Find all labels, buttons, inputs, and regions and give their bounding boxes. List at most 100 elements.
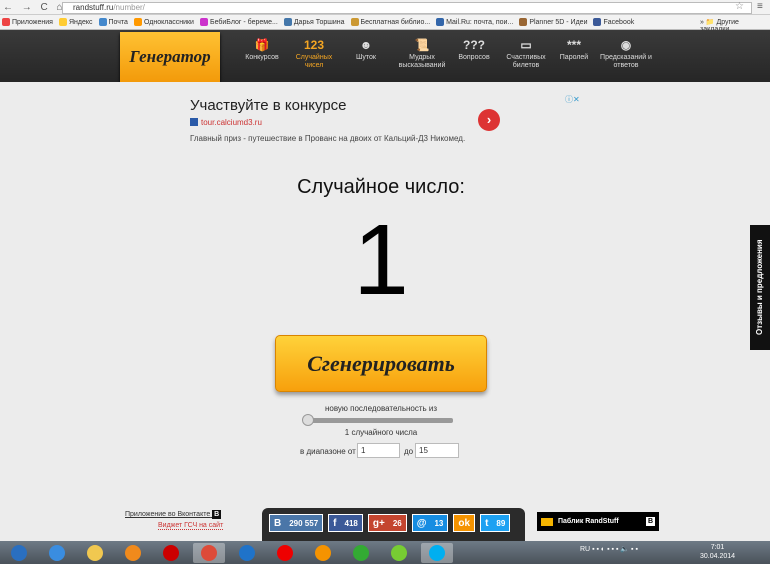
share-count: 89 xyxy=(496,518,506,528)
media-player-icon xyxy=(125,544,141,561)
bookmarks-bar: Приложения Яндекс Почта Одноклассники БебиБл… xyxy=(0,15,770,30)
bookmark-item[interactable]: Яндекс xyxy=(58,18,93,26)
bookmark-item[interactable]: Одноклассники xyxy=(133,18,194,26)
ad-url[interactable]: tour.calciumd3.ru xyxy=(190,118,262,127)
gift-icon: 🎁 xyxy=(254,38,270,52)
taskbar-skype[interactable] xyxy=(421,542,453,563)
bookmark-item[interactable]: Дарья Торшина xyxy=(283,18,345,26)
bookmark-label: Яндекс xyxy=(68,18,93,26)
taskbar-mail-agent[interactable] xyxy=(231,543,263,563)
network-app-icon xyxy=(353,544,369,561)
taskbar-odnoklassniki[interactable] xyxy=(307,543,339,563)
nav-item[interactable]: 📜 Мудрых высказываний xyxy=(394,38,450,70)
nav-label: Случайных чисел xyxy=(295,54,333,69)
social-bar: B 290 557 f 418 g+ 26 @13 ok t 89 xyxy=(262,508,525,541)
share-twitter-button[interactable]: t 89 xyxy=(480,514,511,532)
mailru-icon: @ xyxy=(416,517,427,529)
bookmark-item[interactable]: Facebook xyxy=(593,18,634,26)
share-google-plus-button[interactable]: g+ 26 xyxy=(367,514,407,532)
count-slider-handle[interactable] xyxy=(302,414,314,426)
nav-label: Предсказаний и ответов xyxy=(600,54,652,69)
nav-label: Шуток xyxy=(356,54,376,61)
bookmark-item[interactable]: Mail.Ru: почта, пои... xyxy=(436,18,513,26)
star-icon[interactable]: ☆ xyxy=(735,1,744,12)
ad-info-close-icon[interactable]: ⓘ✕ xyxy=(565,94,580,105)
vk-icon: B xyxy=(274,517,282,529)
taskbar-chrome[interactable] xyxy=(193,542,225,563)
share-vk-button[interactable]: B 290 557 xyxy=(269,514,324,532)
bookmark-item[interactable]: Planner 5D - Идеи xyxy=(519,18,587,26)
taskbar-yandex-browser[interactable] xyxy=(269,543,301,563)
facebook-icon: f xyxy=(333,517,337,529)
bookmark-label: Одноклассники xyxy=(143,18,194,26)
taskbar-media-player[interactable] xyxy=(117,543,149,563)
ad-title[interactable]: Участвуйте в конкурсе xyxy=(190,97,347,114)
nav-item[interactable]: 123 Случайных чисел xyxy=(286,38,342,70)
taskbar-network-app[interactable] xyxy=(345,543,377,563)
share-facebook-button[interactable]: f 418 xyxy=(328,514,363,532)
bookmark-item[interactable]: БебиБлог - береме... xyxy=(199,18,278,26)
mail-agent-icon xyxy=(239,544,255,561)
taskbar-opera[interactable] xyxy=(155,543,187,563)
scroll-icon: 📜 xyxy=(414,38,430,52)
vk-app-text: Приложение во Вконтакте xyxy=(125,511,211,518)
bookmark-label: Приложения xyxy=(12,18,53,26)
public-label: Паблик RandStuff xyxy=(558,518,619,525)
nav-item[interactable]: *** Паролей xyxy=(546,38,602,62)
ad-arrow-button[interactable]: › xyxy=(478,109,500,131)
share-count: 418 xyxy=(344,518,358,528)
range-to-input[interactable]: 15 xyxy=(415,443,459,458)
clock[interactable]: 7:01 30.04.2014 xyxy=(700,543,735,561)
nav-item[interactable]: ◉ Предсказаний и ответов xyxy=(598,38,654,70)
bookmark-favicon-icon xyxy=(593,18,602,26)
random-number: 1 xyxy=(353,204,409,316)
generate-button[interactable]: Сгенерировать xyxy=(275,335,487,392)
share-odnoklassniki-button[interactable]: ok xyxy=(453,514,476,532)
bookmark-item[interactable]: Почта xyxy=(98,18,128,26)
taskbar xyxy=(0,541,770,564)
range-from-input[interactable]: 1 xyxy=(357,443,400,458)
nav-item[interactable]: 🎁 Конкурсов xyxy=(234,38,290,62)
share-mailru-button[interactable]: @13 xyxy=(411,514,449,532)
language-indicator[interactable]: RU xyxy=(580,546,590,553)
nav-item[interactable]: ??? Вопросов xyxy=(446,38,502,62)
bookmark-favicon-icon xyxy=(2,18,10,26)
bookmark-favicon-icon xyxy=(350,18,359,26)
sequence-label: новую последовательность из xyxy=(324,404,438,413)
explorer-icon xyxy=(87,544,103,561)
nav-item[interactable]: ☻ Шуток xyxy=(338,38,394,62)
nav-label: Паролей xyxy=(559,54,589,61)
taskbar-start[interactable] xyxy=(3,543,35,563)
chrome-icon xyxy=(201,544,217,561)
bookmark-label: Planner 5D - Идеи xyxy=(529,18,588,26)
ad-description: Главный приз - путешествие в Прованс на … xyxy=(190,134,466,143)
range-label: в диапазоне от xyxy=(300,447,356,456)
widget-link[interactable]: Виджет ГСЧ на сайт xyxy=(158,522,224,530)
bookmark-label: Mail.Ru: почта, пои... xyxy=(446,18,514,26)
bookmark-label: Бесплатная библио... xyxy=(360,18,431,26)
taskbar-explorer[interactable] xyxy=(79,543,111,563)
bookmark-favicon-icon xyxy=(436,18,445,26)
ad-url-text: tour.calciumd3.ru xyxy=(201,118,262,127)
result-title: Случайное число: xyxy=(297,176,465,198)
feedback-tab[interactable]: Отзывы и предложения xyxy=(750,225,770,350)
url-input[interactable]: randstuff.ru/number/ xyxy=(62,2,752,14)
bookmark-item[interactable]: Приложения xyxy=(2,18,53,26)
count-slider-track[interactable] xyxy=(305,418,453,423)
system-tray[interactable]: RU ▪ ▪ ◐ ▪ ▪ ▪ 🔈 ▪ ▪ xyxy=(580,545,638,553)
public-vk-button[interactable]: Паблик RandStuff B xyxy=(537,512,659,531)
nav-buttons[interactable]: ← → C ⌂ xyxy=(3,2,66,13)
taskbar-game-app[interactable] xyxy=(383,543,415,563)
nav-label: Вопросов xyxy=(458,54,490,61)
taskbar-ie[interactable] xyxy=(41,543,73,563)
site-logo[interactable]: Генератор xyxy=(120,32,220,82)
url-host: randstuff.ru xyxy=(73,3,114,12)
nav-label: Конкурсов xyxy=(245,54,279,61)
game-app-icon xyxy=(391,544,407,561)
menu-icon[interactable]: ≡ xyxy=(757,1,763,12)
vk-app-link[interactable]: Приложение во Вконтакте B xyxy=(125,510,222,519)
bookmark-label: Почта xyxy=(108,18,128,26)
nav-label: Мудрых высказываний xyxy=(398,54,446,69)
bookmark-item[interactable]: Бесплатная библио... xyxy=(350,18,431,26)
question-icon: ??? xyxy=(463,38,485,52)
